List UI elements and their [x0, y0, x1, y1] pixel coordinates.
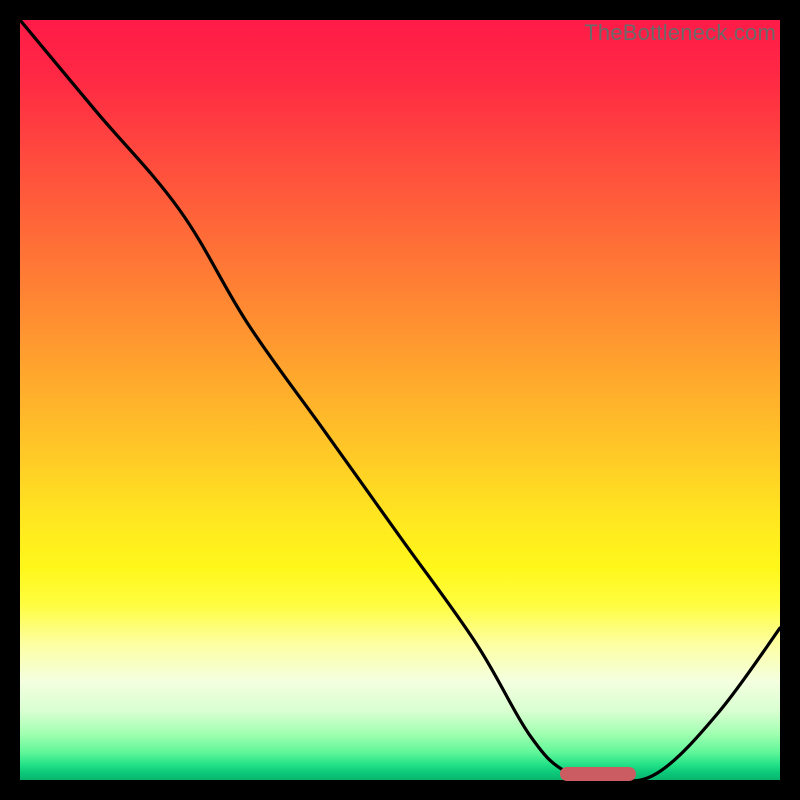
chart-frame: TheBottleneck.com [20, 20, 780, 780]
watermark-text: TheBottleneck.com [584, 20, 776, 46]
optimal-range-marker [560, 767, 636, 781]
bottleneck-curve [20, 20, 780, 780]
curve-svg [20, 20, 780, 780]
plot-area [20, 20, 780, 780]
